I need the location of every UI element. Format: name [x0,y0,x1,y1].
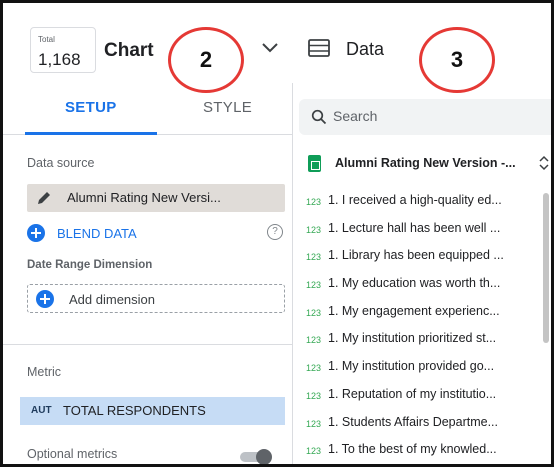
metric-label: Metric [27,365,62,379]
field-name: 1. To the best of my knowled... [328,442,497,457]
add-circle-icon [36,290,54,308]
collapse-icon[interactable] [538,155,550,171]
metric-aggregation-badge: AUT [31,405,52,416]
screenshot-frame: Total 1,168 Chart SETUP STYLE Data sourc… [0,0,554,467]
field-item[interactable]: 123 1. Library has been equipped ... [306,244,538,272]
field-name: 1. Lecture hall has been well ... [328,220,501,235]
numeric-type-icon: 123 [306,252,322,263]
chevron-down-icon[interactable] [261,41,279,55]
field-item[interactable]: 123 1. My education was worth th... [306,272,538,300]
date-range-dimension-label: Date Range Dimension [27,259,153,271]
add-dimension-label: Add dimension [69,292,155,307]
numeric-type-icon: 123 [306,307,322,318]
chart-title: Chart [104,40,154,61]
data-source-header[interactable]: Alumni Rating New Version -... [308,155,551,175]
blend-data-row[interactable]: BLEND DATA ? [27,223,289,245]
numeric-type-icon: 123 [306,335,322,346]
search-input[interactable] [333,108,533,124]
active-tab-indicator [25,132,157,135]
pencil-icon[interactable] [36,190,52,206]
data-source-chip[interactable]: Alumni Rating New Versi... [27,184,285,212]
numeric-type-icon: 123 [306,280,322,291]
blend-data-button[interactable]: BLEND DATA [57,226,137,241]
toggle-thumb [256,449,272,464]
field-name: 1. My engagement experienc... [328,303,500,318]
tab-setup[interactable]: SETUP [65,99,117,116]
add-circle-icon [27,224,45,242]
chart-properties-panel: Total 1,168 Chart SETUP STYLE Data sourc… [3,3,293,464]
field-item[interactable]: 123 1. Students Affairs Departme... [306,411,538,439]
data-source-name: Alumni Rating New Versi... [67,190,221,205]
data-source-title: Alumni Rating New Version -... [335,156,516,170]
numeric-type-icon: 123 [306,224,322,235]
table-icon [308,39,330,57]
search-box[interactable] [299,99,551,135]
field-item[interactable]: 123 1. Reputation of my institutio... [306,383,538,411]
annotation-circle-2: 2 [168,27,244,93]
data-panel-title: Data [346,39,385,59]
numeric-type-icon: 123 [306,197,322,207]
optional-metrics-toggle[interactable] [236,449,272,464]
field-name: 1. Reputation of my institutio... [328,386,497,401]
google-sheets-icon [308,155,321,172]
total-label: Total [38,35,55,44]
field-name: 1. Library has been equipped ... [328,248,504,263]
field-item[interactable]: 123 1. To the best of my knowled... [306,438,538,464]
chart-header: Total 1,168 Chart [3,3,293,83]
annotation-number: 2 [199,47,213,72]
field-name: 1. My institution provided go... [328,359,495,374]
metric-name: TOTAL RESPONDENTS [63,403,206,418]
field-name: 1. I received a high-quality ed... [328,193,502,207]
chart-type-thumbnail[interactable]: Total 1,168 [30,27,96,73]
numeric-type-icon: 123 [306,363,322,374]
metric-chip[interactable]: AUT TOTAL RESPONDENTS [20,397,285,425]
optional-metrics-label: Optional metrics [27,447,118,461]
field-name: 1. Students Affairs Departme... [328,414,498,429]
numeric-type-icon: 123 [306,418,322,429]
numeric-type-icon: 123 [306,446,322,457]
section-divider [3,344,293,345]
annotation-circle-3: 3 [419,27,495,93]
annotation-number: 3 [450,47,464,72]
help-icon[interactable]: ? [267,224,283,240]
field-item[interactable]: 123 1. My institution prioritized st... [306,327,538,355]
tab-style[interactable]: STYLE [203,99,252,116]
field-list: 123 1. I received a high-quality ed... 123… [306,189,538,464]
field-item[interactable]: 123 1. My engagement experienc... [306,300,538,328]
data-source-label: Data source [27,156,95,170]
field-name: 1. My institution prioritized st... [328,331,497,346]
panel-tabs: SETUP STYLE [3,91,293,135]
field-name: 1. My education was worth th... [328,276,501,291]
numeric-type-icon: 123 [306,390,322,401]
field-item[interactable]: 123 1. I received a high-quality ed... [306,189,538,217]
search-icon [311,109,327,125]
add-dimension-button[interactable]: Add dimension [27,284,285,313]
field-item[interactable]: 123 1. Lecture hall has been well ... [306,217,538,245]
scrollbar[interactable] [543,193,549,343]
total-value: 1,168 [38,50,81,69]
field-item[interactable]: 123 1. My institution provided go... [306,355,538,383]
